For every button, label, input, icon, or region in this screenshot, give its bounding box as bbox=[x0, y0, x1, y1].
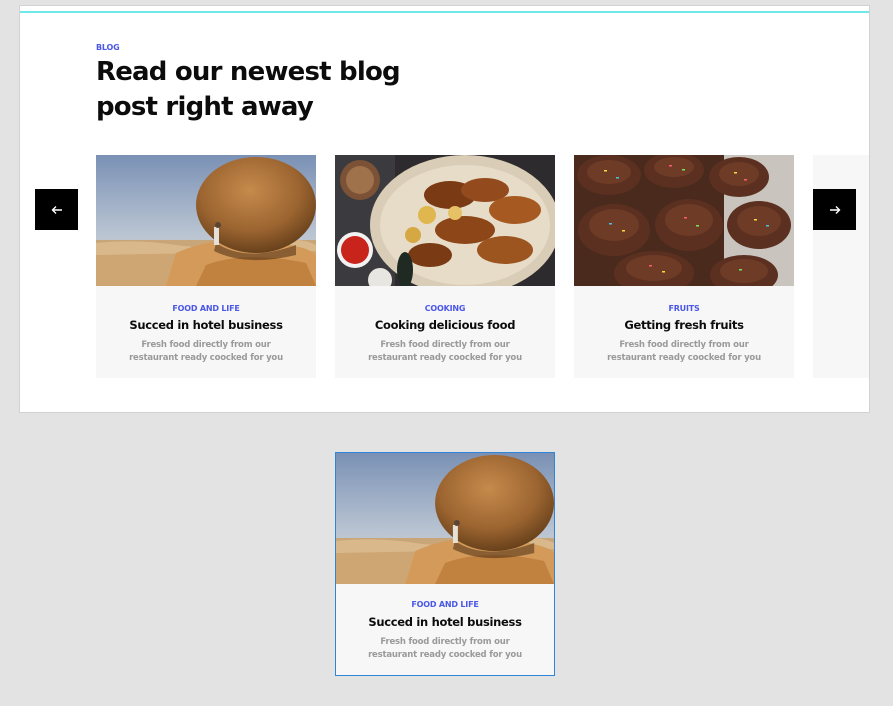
section-headline: Read our newest blog post right away bbox=[96, 55, 436, 125]
card-description-line-2: restaurant ready coocked for you bbox=[368, 650, 522, 660]
carousel-next-button[interactable] bbox=[813, 189, 856, 230]
card-category[interactable]: COOKING bbox=[335, 304, 555, 313]
headline-line-2: post right away bbox=[96, 92, 314, 122]
card-description: Fresh food directly from our restaurant … bbox=[365, 339, 525, 365]
card-description-line-2: restaurant ready coocked for you bbox=[129, 353, 283, 363]
card-title[interactable]: Succed in hotel business bbox=[336, 615, 554, 629]
section-top-accent-line bbox=[20, 11, 869, 13]
card-description-line-1: Fresh food directly from our bbox=[619, 340, 749, 350]
card-title[interactable]: Getting fresh fruits bbox=[574, 318, 794, 332]
chocolate-cupcakes-image bbox=[574, 155, 794, 286]
boulder-desert-image bbox=[336, 453, 554, 584]
card-image-cupcakes[interactable] bbox=[574, 155, 794, 286]
card-description-line-2: restaurant ready coocked for you bbox=[368, 353, 522, 363]
headline-line-1: Read our newest blog bbox=[96, 57, 401, 87]
card-image-boulder[interactable] bbox=[96, 155, 316, 286]
card-description: Fresh food directly from our restaurant … bbox=[604, 339, 764, 365]
grilled-food-image bbox=[335, 155, 555, 286]
arrow-left-icon bbox=[51, 205, 63, 215]
blog-card[interactable]: COOKING Cooking delicious food Fresh foo… bbox=[335, 155, 555, 378]
card-description: Fresh food directly from our restaurant … bbox=[126, 339, 286, 365]
card-title[interactable]: Succed in hotel business bbox=[96, 318, 316, 332]
blog-card-preview[interactable]: FOOD AND LIFE Succed in hotel business F… bbox=[335, 452, 555, 676]
card-description-line-2: restaurant ready coocked for you bbox=[607, 353, 761, 363]
blog-card[interactable]: FRUITS Getting fresh fruits Fresh food d… bbox=[574, 155, 794, 378]
card-description-line-1: Fresh food directly from our bbox=[380, 637, 510, 647]
card-title[interactable]: Cooking delicious food bbox=[335, 318, 555, 332]
card-category[interactable]: FOOD AND LIFE bbox=[96, 304, 316, 313]
card-description-line-1: Fresh food directly from our bbox=[380, 340, 510, 350]
card-category[interactable]: FOOD AND LIFE bbox=[336, 600, 554, 609]
card-category[interactable]: FRUITS bbox=[574, 304, 794, 313]
blog-card[interactable]: FOOD AND LIFE Succed in hotel business F… bbox=[96, 155, 316, 378]
card-description-line-1: Fresh food directly from our bbox=[141, 340, 271, 350]
card-image-grilled-food[interactable] bbox=[335, 155, 555, 286]
card-description: Fresh food directly from our restaurant … bbox=[365, 636, 525, 662]
carousel-prev-button[interactable] bbox=[35, 189, 78, 230]
card-image-boulder[interactable] bbox=[336, 453, 554, 584]
blog-section: BLOG Read our newest blog post right awa… bbox=[19, 5, 870, 413]
arrow-right-icon bbox=[829, 205, 841, 215]
boulder-desert-image bbox=[96, 155, 316, 286]
section-eyebrow: BLOG bbox=[96, 43, 120, 52]
